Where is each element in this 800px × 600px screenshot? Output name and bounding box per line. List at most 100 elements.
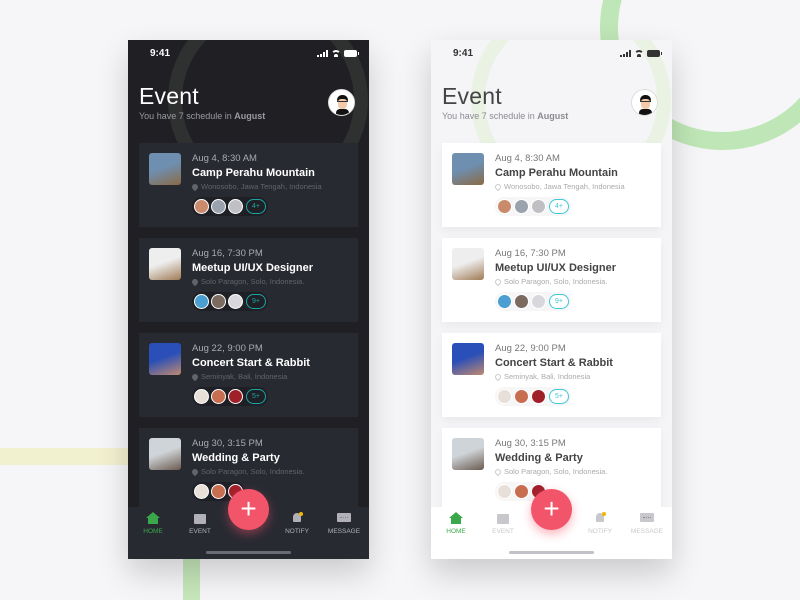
- page-header: Event You have 7 schedule in August: [442, 83, 661, 121]
- attendee-avatar: [194, 199, 209, 214]
- attendee-avatar: [497, 484, 512, 499]
- tab-notify[interactable]: NOTIFY: [578, 512, 622, 535]
- event-date: Aug 22, 9:00 PM: [495, 343, 566, 354]
- event-name: Camp Perahu Mountain: [192, 167, 315, 179]
- phone-light-theme: 9:41 Event You have 7 schedule in August…: [431, 40, 672, 559]
- attendee-group: 4+: [495, 197, 571, 216]
- event-card[interactable]: Aug 4, 8:30 AM Camp Perahu Mountain Wono…: [139, 143, 358, 227]
- event-date: Aug 16, 7:30 PM: [192, 248, 263, 259]
- more-attendees-badge[interactable]: 4+: [246, 199, 266, 214]
- location-pin-icon: [493, 277, 503, 286]
- event-date: Aug 16, 7:30 PM: [495, 248, 566, 259]
- page-title: Event: [139, 83, 199, 109]
- tab-label: MESSAGE: [630, 528, 664, 535]
- background-bar-decoration: [0, 448, 140, 465]
- tab-label: NOTIFY: [285, 528, 309, 535]
- event-location: Solo Paragon, Solo, Indonesia.: [190, 467, 352, 476]
- notification-dot: [602, 512, 606, 516]
- event-location: Solo Paragon, Solo, Indonesia.: [190, 277, 352, 286]
- message-icon: [640, 512, 654, 525]
- more-attendees-badge[interactable]: 4+: [549, 199, 569, 214]
- add-event-button[interactable]: +: [228, 489, 269, 530]
- page-title: Event: [442, 83, 502, 109]
- attendee-avatar: [497, 389, 512, 404]
- event-thumbnail: [149, 153, 181, 185]
- bell-icon: [290, 512, 304, 525]
- attendee-avatar: [194, 294, 209, 309]
- attendee-avatar: [514, 199, 529, 214]
- location-pin-icon: [190, 467, 200, 476]
- user-avatar[interactable]: [328, 89, 355, 116]
- event-card[interactable]: Aug 16, 7:30 PM Meetup UI/UX Designer So…: [442, 238, 661, 322]
- status-bar: 9:41: [128, 48, 369, 62]
- status-time: 9:41: [150, 48, 171, 59]
- more-attendees-badge[interactable]: 9+: [549, 294, 569, 309]
- event-name: Wedding & Party: [495, 452, 583, 464]
- status-time: 9:41: [453, 48, 474, 59]
- event-thumbnail: [452, 248, 484, 280]
- tab-event[interactable]: EVENT: [178, 512, 222, 535]
- event-name: Wedding & Party: [192, 452, 280, 464]
- attendee-group: 9+: [495, 292, 571, 311]
- tab-message[interactable]: MESSAGE: [625, 512, 669, 535]
- page-header: Event You have 7 schedule in August: [139, 83, 358, 121]
- tab-message[interactable]: MESSAGE: [322, 512, 366, 535]
- event-date: Aug 4, 8:30 AM: [495, 153, 560, 164]
- event-thumbnail: [452, 343, 484, 375]
- attendee-avatar: [531, 294, 546, 309]
- tab-label: MESSAGE: [327, 528, 361, 535]
- event-card[interactable]: Aug 16, 7:30 PM Meetup UI/UX Designer So…: [139, 238, 358, 322]
- event-thumbnail: [149, 438, 181, 470]
- event-location: Seminyak, Bali, Indonesia: [190, 372, 352, 381]
- tab-label: HOME: [446, 528, 466, 535]
- more-attendees-badge[interactable]: 5+: [549, 389, 569, 404]
- tab-home[interactable]: HOME: [131, 512, 175, 535]
- battery-icon: [344, 50, 359, 57]
- event-location: Solo Paragon, Solo, Indonesia.: [493, 467, 655, 476]
- location-pin-icon: [493, 372, 503, 381]
- location-pin-icon: [493, 467, 503, 476]
- event-name: Concert Start & Rabbit: [495, 357, 613, 369]
- attendee-avatar: [211, 199, 226, 214]
- tab-event[interactable]: EVENT: [481, 512, 525, 535]
- event-date: Aug 22, 9:00 PM: [192, 343, 263, 354]
- event-card[interactable]: Aug 22, 9:00 PM Concert Start & Rabbit S…: [442, 333, 661, 417]
- home-icon: [146, 512, 160, 525]
- tab-label: EVENT: [492, 528, 514, 535]
- attendee-group: 5+: [495, 387, 571, 406]
- attendee-avatar: [497, 199, 512, 214]
- attendee-avatar: [514, 294, 529, 309]
- location-pin-icon: [190, 277, 200, 286]
- attendee-group: 9+: [192, 292, 268, 311]
- attendee-avatar: [211, 389, 226, 404]
- tab-notify[interactable]: NOTIFY: [275, 512, 319, 535]
- home-icon: [449, 512, 463, 525]
- battery-icon: [647, 50, 662, 57]
- attendee-avatar: [194, 389, 209, 404]
- event-card[interactable]: Aug 22, 9:00 PM Concert Start & Rabbit S…: [139, 333, 358, 417]
- attendee-avatar: [514, 484, 529, 499]
- attendee-avatar: [194, 484, 209, 499]
- event-location: Wonosobo, Jawa Tengah, Indonesia: [190, 182, 352, 191]
- add-event-button[interactable]: +: [531, 489, 572, 530]
- tab-home[interactable]: HOME: [434, 512, 478, 535]
- tab-label: HOME: [143, 528, 163, 535]
- location-pin-icon: [190, 372, 200, 381]
- message-icon: [337, 512, 351, 525]
- user-avatar[interactable]: [631, 89, 658, 116]
- event-location: Wonosobo, Jawa Tengah, Indonesia: [493, 182, 655, 191]
- attendee-avatar: [228, 199, 243, 214]
- more-attendees-badge[interactable]: 5+: [246, 389, 266, 404]
- notification-dot: [299, 512, 303, 516]
- event-name: Concert Start & Rabbit: [192, 357, 310, 369]
- attendee-avatar: [514, 389, 529, 404]
- background-bar-decoration: [183, 556, 200, 600]
- more-attendees-badge[interactable]: 9+: [246, 294, 266, 309]
- event-card[interactable]: Aug 4, 8:30 AM Camp Perahu Mountain Wono…: [442, 143, 661, 227]
- event-thumbnail: [149, 343, 181, 375]
- tab-label: EVENT: [189, 528, 211, 535]
- event-list: Aug 4, 8:30 AM Camp Perahu Mountain Wono…: [442, 143, 661, 523]
- event-date: Aug 30, 3:15 PM: [192, 438, 263, 449]
- attendee-avatar: [531, 389, 546, 404]
- attendee-avatar: [228, 294, 243, 309]
